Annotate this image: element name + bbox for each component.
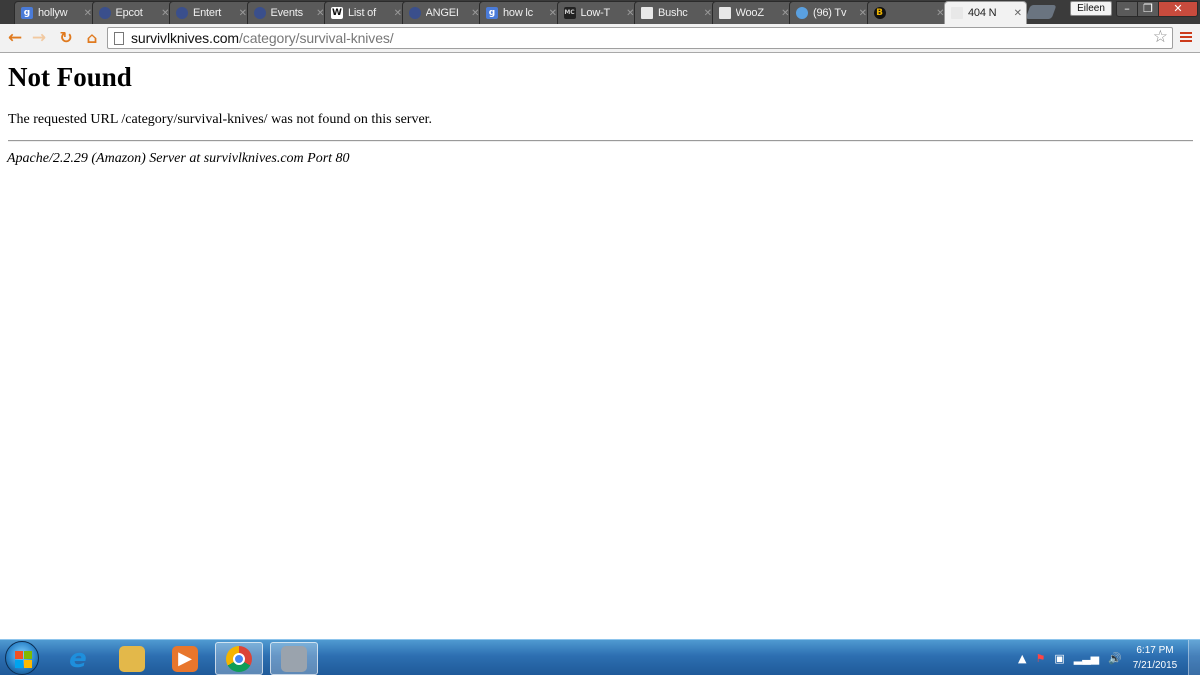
show-hidden-icons-icon[interactable]: ▲ <box>1018 652 1026 665</box>
browser-tab[interactable]: Epcot ✕ <box>91 1 175 24</box>
show-desktop-button[interactable] <box>1188 640 1200 675</box>
tab-title: Entert <box>193 7 222 19</box>
system-tray: ▲ ⚑ ▣ ▂▃▅ 🔊 <box>1018 649 1122 667</box>
shield-icon <box>98 7 111 19</box>
url-path: /category/survival-knives/ <box>239 30 394 46</box>
forward-button[interactable]: → <box>28 27 50 49</box>
document-icon <box>641 7 653 19</box>
taskbar-app-file-cabinet[interactable] <box>270 642 318 675</box>
network-icon[interactable]: ▂▃▅ <box>1074 652 1099 665</box>
browser-tab[interactable]: g hollyw ✕ <box>14 1 97 24</box>
document-icon <box>718 7 731 19</box>
browser-tab[interactable]: W List of ✕ <box>324 1 407 24</box>
tab-title: (96) Tv <box>813 7 847 19</box>
shield-icon <box>176 7 188 19</box>
divider <box>8 140 1193 142</box>
browser-tab[interactable]: MC Low-T ✕ <box>556 1 640 24</box>
wikipedia-icon: W <box>331 7 343 19</box>
taskbar-app-chrome[interactable] <box>215 642 263 675</box>
browser-tab[interactable]: Entert ✕ <box>169 1 252 24</box>
google-icon: g <box>486 7 498 19</box>
taskbar-app-internet-explorer[interactable]: e <box>54 642 102 675</box>
tab-close-icon[interactable]: ✕ <box>84 8 92 19</box>
volume-icon[interactable]: 🔊 <box>1108 652 1122 665</box>
server-signature: Apache/2.2.29 (Amazon) Server at survivl… <box>7 151 350 166</box>
file-cabinet-icon <box>281 645 307 672</box>
document-icon <box>951 7 963 19</box>
tab-title: Events <box>270 7 304 19</box>
taskbar-app-media-player[interactable]: ▶ <box>161 642 209 675</box>
browser-tab[interactable]: ANGEI ✕ <box>401 1 485 24</box>
profile-button[interactable]: Eileen <box>1070 1 1112 16</box>
tab-close-icon[interactable]: ✕ <box>704 8 712 19</box>
file-explorer-icon <box>119 645 145 672</box>
tab-close-icon[interactable]: ✕ <box>1014 8 1022 19</box>
page-title: Not Found <box>8 62 132 92</box>
shield-icon <box>253 7 266 19</box>
browser-toolbar: ← → ↻ ⌂ survivlknives.com/category/survi… <box>0 24 1200 53</box>
usb-device-icon[interactable]: ▣ <box>1054 652 1064 665</box>
tab-title: 404 N <box>968 7 997 19</box>
tab-title: ANGEI <box>425 7 459 19</box>
reload-button[interactable]: ↻ <box>55 27 77 49</box>
browser-tab[interactable]: Bushc ✕ <box>634 1 717 24</box>
url-host: survivlknives.com <box>131 30 239 46</box>
close-window-button[interactable]: ✕ <box>1158 1 1198 17</box>
tab-strip: g hollyw ✕ Epcot ✕ Entert ✕ Events ✕ W List of ✕ ANG… <box>0 0 1200 24</box>
tab-title: List of <box>348 7 376 19</box>
address-bar[interactable]: survivlknives.com/category/survival-kniv… <box>107 27 1173 49</box>
page-content: Not Found The requested URL /category/su… <box>0 54 1200 638</box>
screen: g hollyw ✕ Epcot ✕ Entert ✕ Events ✕ W List of ✕ ANG… <box>0 0 1200 675</box>
clock-time: 6:17 PM <box>1136 645 1174 656</box>
bruins-icon: B <box>873 7 886 19</box>
browser-tab[interactable]: Events ✕ <box>246 1 330 24</box>
tab-close-icon[interactable]: ✕ <box>394 8 402 19</box>
google-icon: g <box>21 7 33 19</box>
tab-close-icon[interactable]: ✕ <box>859 8 867 19</box>
windows-logo-icon <box>15 651 32 668</box>
mc-icon: MC <box>563 7 576 19</box>
start-button[interactable] <box>5 641 39 675</box>
chrome-icon <box>226 645 252 672</box>
media-player-icon: ▶ <box>172 645 198 672</box>
emblem-icon <box>408 7 421 19</box>
tab-title: how lc <box>503 7 533 19</box>
tab-title: WooZ <box>735 7 765 19</box>
browser-tab[interactable]: B ✕ <box>866 1 950 24</box>
menu-icon[interactable] <box>1178 30 1194 46</box>
url-text[interactable]: survivlknives.com/category/survival-kniv… <box>131 30 394 46</box>
taskbar: e ▶ ▲ ⚑ ▣ ▂▃▅ 🔊 6:17 PM 7/21/2015 <box>0 639 1200 675</box>
clock-date: 7/21/2015 <box>1132 660 1178 671</box>
tab-title: Low-T <box>580 7 611 19</box>
action-center-icon[interactable]: ⚑ <box>1035 652 1045 665</box>
clock[interactable]: 6:17 PM 7/21/2015 <box>1124 643 1186 673</box>
back-button[interactable]: ← <box>4 27 26 49</box>
browser-tab[interactable]: 404 N ✕ <box>944 1 1027 24</box>
home-button[interactable]: ⌂ <box>81 27 103 49</box>
tab-title: Epcot <box>115 7 143 19</box>
tab-title: hollyw <box>38 7 68 19</box>
internet-explorer-icon: e <box>69 643 87 674</box>
minimize-button[interactable]: – <box>1116 1 1138 17</box>
bookmark-star-icon[interactable]: ☆ <box>1153 27 1168 47</box>
error-message: The requested URL /category/survival-kni… <box>8 112 433 127</box>
taskbar-app-file-explorer[interactable] <box>108 642 156 675</box>
browser-tab[interactable]: (96) Tv ✕ <box>789 1 872 24</box>
browser-tab[interactable]: WooZ ✕ <box>711 1 795 24</box>
page-icon <box>114 32 124 45</box>
tab-close-icon[interactable]: ✕ <box>239 8 247 19</box>
new-tab-button[interactable] <box>1025 5 1057 19</box>
bird-icon <box>796 7 808 19</box>
maximize-button[interactable]: ❐ <box>1137 1 1159 17</box>
tab-title: Bushc <box>658 7 688 19</box>
browser-tab[interactable]: g how lc ✕ <box>479 1 562 24</box>
tab-close-icon[interactable]: ✕ <box>549 8 557 19</box>
